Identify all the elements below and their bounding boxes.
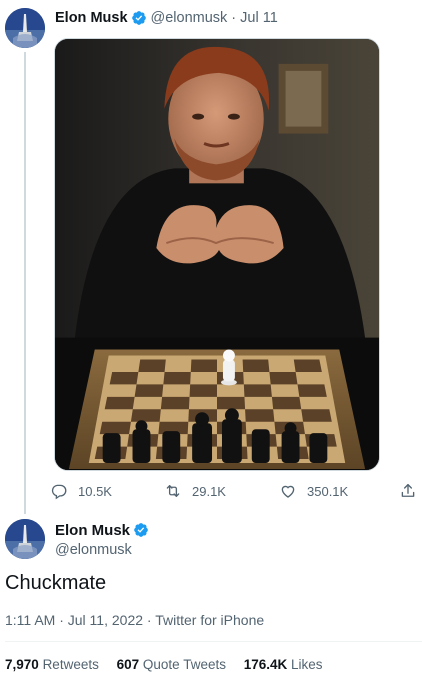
likes-stat[interactable]: 176.4K Likes [244,657,323,672]
separator: · [231,10,237,26]
author-handle[interactable]: @elonmusk [151,10,228,26]
heart-icon [281,485,295,498]
main-author-name[interactable]: Elon Musk [55,522,130,539]
like-button[interactable]: 350.1K [279,480,348,502]
likes-label: Likes [291,657,323,672]
tweet-text: Chuckmate [5,572,107,594]
like-count: 350.1K [307,483,349,499]
author-name[interactable]: Elon Musk [55,10,128,26]
tweet-source[interactable]: Twitter for iPhone [155,612,264,628]
divider [5,641,422,642]
avatar[interactable] [5,8,45,48]
chess-square [190,359,217,372]
tweet-actions: 10.5K 29.1K 350.1K [50,480,420,502]
quote-tweets-label: Quote Tweets [142,657,226,672]
verified-badge-icon [133,522,149,538]
reply-count: 10.5K [78,483,112,499]
share-button[interactable] [399,480,417,502]
tweet-timestamp[interactable]: 1:11 AM · Jul 11, 2022 · [5,612,155,628]
retweet-icon [166,485,180,497]
retweets-stat[interactable]: 7,970 Retweets [5,657,99,672]
quote-tweets-count: 607 [116,657,140,672]
tweet-meta: 1:11 AM · Jul 11, 2022 · Twitter for iPh… [5,612,264,628]
chess-square [271,396,302,410]
chess-square [301,409,332,422]
tweet-media[interactable] [54,38,380,471]
chess-square [99,421,131,435]
retweets-count: 7,970 [5,657,39,672]
chess-square [297,384,327,397]
chess-square [269,371,298,385]
chess-square [160,396,190,410]
chess-square [163,371,191,385]
chess-square [243,384,272,397]
chess-square [293,359,322,372]
chess-square [138,359,166,372]
reply-icon [51,484,67,500]
reply-button[interactable]: 10.5K [50,480,112,502]
retweet-count: 29.1K [192,483,226,499]
share-icon [401,483,415,497]
tweet-header: Elon Musk @elonmusk · Jul 11 [55,9,278,27]
tweet-photo [55,39,379,470]
main-avatar[interactable] [5,519,45,559]
chess-square [217,396,246,410]
tweet-date[interactable]: Jul 11 [240,10,278,26]
main-author-handle[interactable]: @elonmusk [55,542,153,558]
avatar-image [5,8,45,48]
tweet-stats: 7,970 Retweets 607 Quote Tweets 176.4K L… [5,657,337,672]
main-tweet-header: Elon Musk @elonmusk [55,521,153,558]
avatar-image [5,519,45,559]
chess-square [134,384,164,397]
likes-count: 176.4K [243,657,288,672]
verified-badge-icon [131,10,147,26]
chess-square [130,409,161,422]
thread-line [24,52,26,514]
chess-square [242,359,270,372]
chess-square [245,409,275,422]
chess-square [109,371,139,385]
chess-square [104,396,135,410]
retweet-button[interactable]: 29.1K [164,480,226,502]
quote-tweets-stat[interactable]: 607 Quote Tweets [117,657,226,672]
chess-square [189,384,217,397]
retweets-label: Retweets [42,657,99,672]
